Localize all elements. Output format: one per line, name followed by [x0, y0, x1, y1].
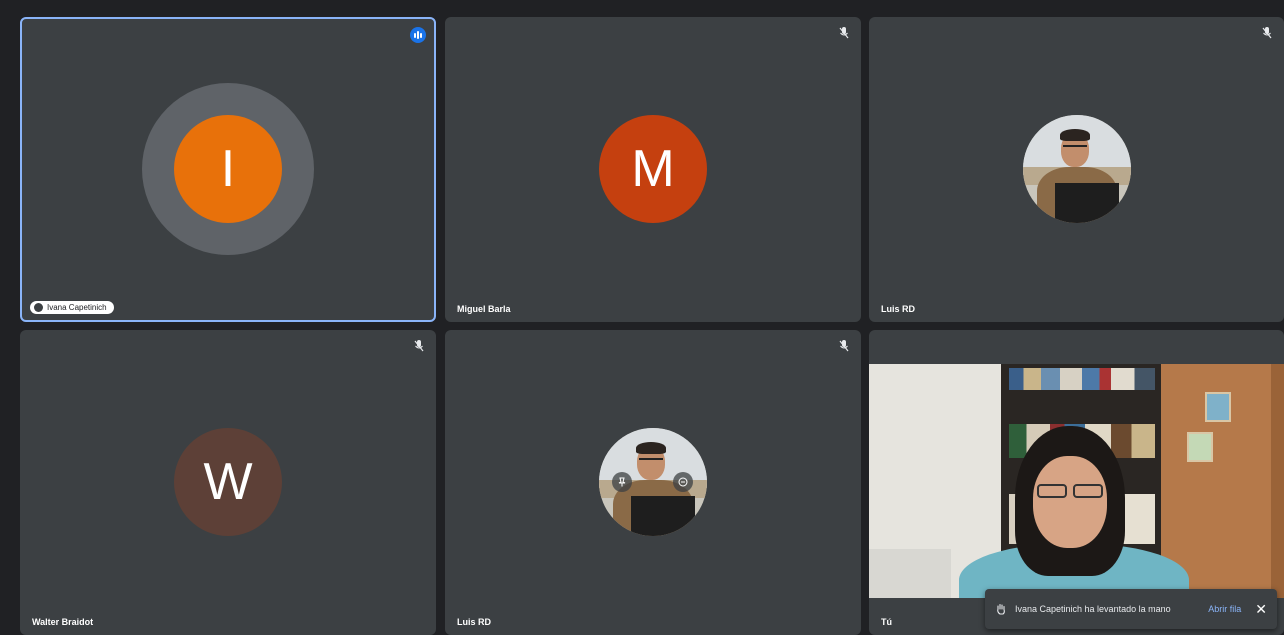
- participant-name: Luis RD: [457, 617, 492, 627]
- avatar: I: [174, 115, 282, 223]
- mic-off-icon: [414, 340, 424, 352]
- participant-grid: I Ivana Capetinich M Miguel Barla Luis R…: [0, 0, 1284, 635]
- self-video-feed: [869, 364, 1284, 598]
- raised-hand-notification: Ivana Capetinich ha levantado la mano Ab…: [985, 589, 1277, 629]
- participant-tile-walter[interactable]: W Walter Braidot: [20, 330, 436, 635]
- notification-message: Ivana Capetinich ha levantado la mano: [1015, 604, 1171, 614]
- participant-tile-luis-1[interactable]: Luis RD: [869, 17, 1284, 322]
- participant-name: Walter Braidot: [32, 617, 94, 627]
- speaking-indicator-icon: [410, 27, 426, 43]
- mic-off-icon: [839, 27, 849, 39]
- mic-off-icon: [1262, 27, 1272, 39]
- close-notification-button[interactable]: ✕: [1255, 602, 1267, 616]
- mic-off-icon: [839, 340, 849, 352]
- participant-tile-ivana[interactable]: I Ivana Capetinich: [20, 17, 436, 322]
- profile-photo-avatar: [1023, 115, 1131, 223]
- avatar: M: [599, 115, 707, 223]
- participant-name-pill: Ivana Capetinich: [30, 301, 114, 314]
- participant-name: Ivana Capetinich: [47, 303, 107, 312]
- pin-icon[interactable]: [612, 472, 632, 492]
- participant-name: Tú: [881, 617, 892, 627]
- more-options-icon[interactable]: [673, 472, 693, 492]
- raised-hand-icon: [997, 603, 1005, 615]
- participant-name: Miguel Barla: [457, 304, 511, 314]
- participant-tile-miguel[interactable]: M Miguel Barla: [445, 17, 861, 322]
- avatar: W: [174, 428, 282, 536]
- participant-name: Luis RD: [881, 304, 916, 314]
- raised-hand-icon: [34, 303, 43, 312]
- participant-tile-luis-2[interactable]: Luis RD: [445, 330, 861, 635]
- open-queue-button[interactable]: Abrir fila: [1208, 604, 1241, 614]
